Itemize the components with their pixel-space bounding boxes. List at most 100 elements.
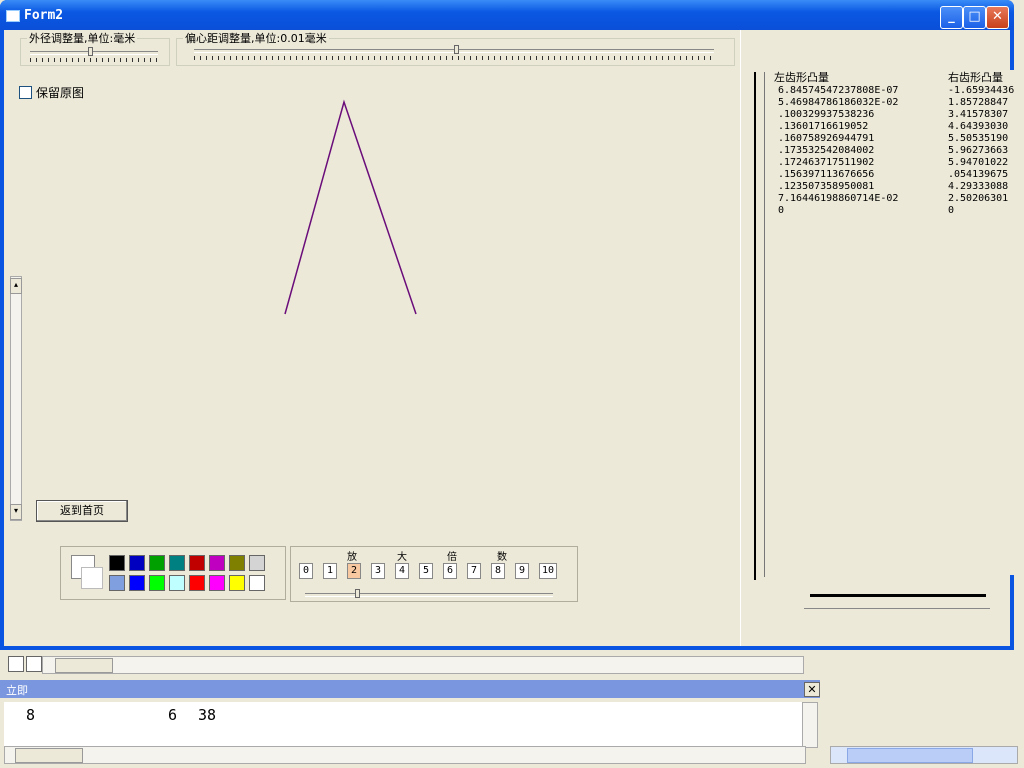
left-vertical-scrollbar[interactable]: [10, 276, 22, 521]
palette-row2-swatch-6[interactable]: [229, 575, 245, 591]
list-cell-left: .173532542084002: [778, 145, 875, 156]
palette-row1-swatch-1[interactable]: [129, 555, 145, 571]
return-home-button[interactable]: 返到首页: [36, 500, 128, 522]
palette-row1-swatch-2[interactable]: [149, 555, 165, 571]
palette-row1-swatch-3[interactable]: [169, 555, 185, 571]
right-scroll-thumb[interactable]: [847, 748, 973, 763]
immediate-output-1: 8: [26, 706, 36, 724]
palette-row2-swatch-3[interactable]: [169, 575, 185, 591]
keep-original-checkbox[interactable]: [19, 86, 32, 99]
palette-row2-swatch-5[interactable]: [209, 575, 225, 591]
zoom-option-3[interactable]: 3: [371, 563, 385, 579]
list-cell-left: .172463717511902: [778, 157, 875, 168]
list-header-left: 左齿形凸量: [774, 71, 829, 84]
immediate-window-body[interactable]: 8 6 38: [4, 702, 802, 746]
immediate-scroll-thumb[interactable]: [15, 748, 83, 763]
zoom-option-1[interactable]: 1: [323, 563, 337, 579]
palette-row2-swatch-7[interactable]: [249, 575, 265, 591]
immediate-window-title: 立即: [6, 684, 28, 697]
list-cell-right: .054139675: [948, 169, 1009, 180]
zoom-panel: 放 大 倍 数 0 1 2 3 4 5 6 7 8 9 10: [290, 546, 578, 602]
zoom-option-7[interactable]: 7: [467, 563, 481, 579]
zoom-option-5[interactable]: 5: [419, 563, 433, 579]
palette-row1-swatch-4[interactable]: [189, 555, 205, 571]
outer-diameter-slider-thumb[interactable]: [87, 47, 93, 56]
list-cell-left: .156397113676656: [778, 169, 875, 180]
list-cell-right: 5.50535190: [948, 133, 1009, 144]
eccentric-ticks: [194, 56, 714, 60]
eccentric-legend: 偏心距调整量,单位:0.01毫米: [185, 32, 327, 45]
list-cell-right: 4.29333088: [948, 181, 1009, 192]
close-button[interactable]: ✕: [986, 6, 1009, 29]
crown-list[interactable]: 左齿形凸量 右齿形凸量 6.84574547237808E-07 -1.65934…: [772, 70, 1022, 575]
zoom-option-8[interactable]: 8: [491, 563, 505, 579]
list-cell-right: 2.50206301: [948, 193, 1009, 204]
immediate-output-2: 6: [168, 706, 178, 724]
zoom-label-char-1: 大: [397, 552, 407, 563]
list-inner-border: [764, 72, 765, 577]
zoom-label-char-0: 放: [347, 552, 357, 563]
palette-row1-swatch-5[interactable]: [209, 555, 225, 571]
outer-diameter-ticks: [30, 58, 158, 62]
palette-row2-swatch-4[interactable]: [189, 575, 205, 591]
right-slider-bar[interactable]: [810, 594, 986, 597]
list-cell-left: .123507358950081: [778, 181, 875, 192]
tooth-profile-drawing: [284, 99, 417, 315]
procedure-view-icon[interactable]: [8, 656, 24, 672]
zoom-slider-track[interactable]: [305, 593, 553, 597]
zoom-label-char-2: 倍: [447, 552, 457, 563]
full-module-view-icon[interactable]: [26, 656, 42, 672]
list-cell-right: 5.96273663: [948, 145, 1009, 156]
right-horizontal-scrollbar[interactable]: [830, 746, 1018, 764]
scroll-down-arrow-icon[interactable]: ▾: [10, 504, 22, 520]
ide-code-strip: [0, 650, 828, 678]
zoom-option-0[interactable]: 0: [299, 563, 313, 579]
tooth-profile-line: [284, 99, 417, 315]
immediate-window-titlebar[interactable]: 立即 ✕: [0, 680, 820, 698]
list-cell-left: .160758926944791: [778, 133, 875, 144]
panel-divider: [740, 30, 741, 646]
zoom-option-9[interactable]: 9: [515, 563, 529, 579]
zoom-label-char-3: 数: [497, 552, 507, 563]
code-scroll-thumb[interactable]: [55, 658, 113, 673]
list-cell-right: -1.65934436: [948, 85, 1015, 96]
list-cell-right: 3.41578307: [948, 109, 1009, 120]
background-color-swatch[interactable]: [81, 567, 103, 589]
outer-diameter-slider-track[interactable]: [30, 51, 158, 55]
palette-row1-swatch-0[interactable]: [109, 555, 125, 571]
maximize-button[interactable]: □: [963, 6, 986, 29]
list-cell-left: 0: [778, 205, 785, 216]
app-icon[interactable]: [6, 10, 20, 22]
keep-original-label: 保留原图: [36, 86, 85, 100]
palette-row1-swatch-6[interactable]: [229, 555, 245, 571]
list-cell-right: 1.85728847: [948, 97, 1009, 108]
list-cell-right: 0: [948, 205, 955, 216]
list-cell-left: .100329937538236: [778, 109, 875, 120]
immediate-vertical-scrollbar[interactable]: [802, 702, 818, 748]
immediate-output-3: 38: [198, 706, 217, 724]
immediate-close-icon[interactable]: ✕: [804, 682, 820, 697]
outer-diameter-legend: 外径调整量,单位:毫米: [29, 32, 136, 45]
eccentric-slider-thumb[interactable]: [454, 45, 459, 54]
list-cell-right: 5.94701022: [948, 157, 1009, 168]
palette-row2-swatch-2[interactable]: [149, 575, 165, 591]
zoom-option-6[interactable]: 6: [443, 563, 457, 579]
right-slider-track[interactable]: [804, 608, 990, 609]
immediate-horizontal-scrollbar[interactable]: [4, 746, 806, 764]
minimize-button[interactable]: _: [940, 6, 963, 29]
zoom-option-10[interactable]: 10: [539, 563, 557, 579]
zoom-option-2[interactable]: 2: [347, 563, 361, 579]
zoom-option-4[interactable]: 4: [395, 563, 409, 579]
window-title: Form2: [24, 8, 64, 23]
list-cell-left: .13601716619052: [778, 121, 869, 132]
list-cell-right: 4.64393030: [948, 121, 1009, 132]
list-cell-left: 6.84574547237808E-07: [778, 85, 899, 96]
palette-row1-swatch-7[interactable]: [249, 555, 265, 571]
scroll-up-arrow-icon[interactable]: ▴: [10, 278, 22, 294]
list-header-right: 右齿形凸量: [948, 71, 1003, 84]
palette-row2-swatch-1[interactable]: [129, 575, 145, 591]
title-bar[interactable]: Form2 _ □ ✕: [0, 0, 1014, 30]
palette-row2-swatch-0[interactable]: [109, 575, 125, 591]
zoom-slider-thumb[interactable]: [354, 589, 360, 598]
code-horizontal-scrollbar[interactable]: [42, 656, 804, 674]
